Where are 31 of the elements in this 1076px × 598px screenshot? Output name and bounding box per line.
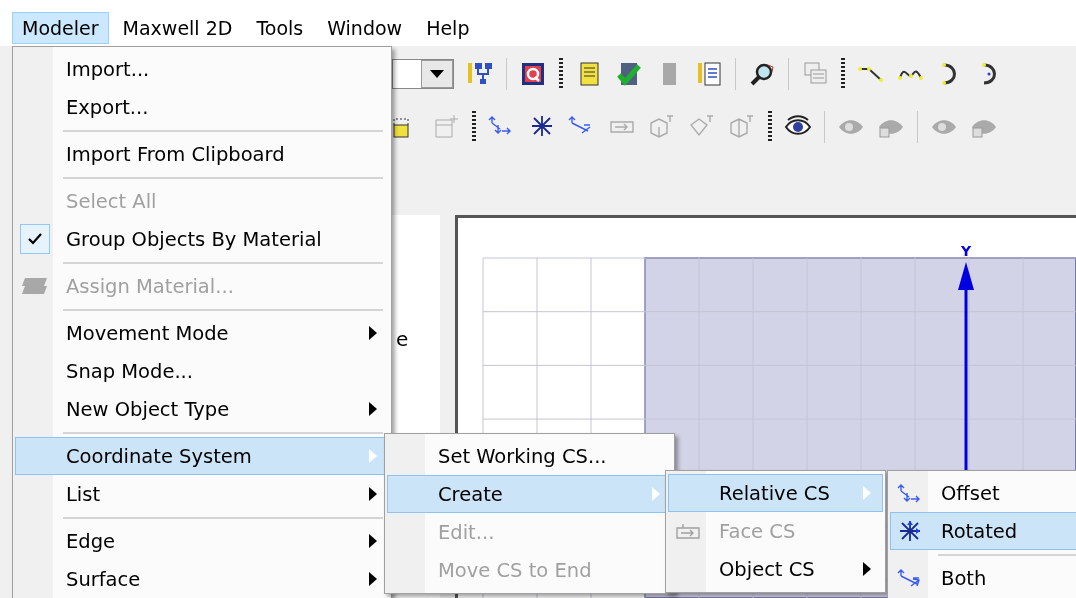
menu-item[interactable]: Rotated [890,512,1076,550]
menu-item[interactable]: List [15,475,389,513]
menu-title[interactable]: Modeler [12,12,109,44]
slab-icon [21,277,49,295]
menu-title[interactable]: Maxwell 2D [112,12,243,44]
axes-icon [897,519,923,543]
checkmark-icon[interactable] [615,60,643,88]
panel-text: e [395,327,409,351]
axis-label: Y [960,243,972,259]
menu-item[interactable]: Both [890,559,1076,597]
menu-item[interactable]: Group Objects By Material [15,220,389,258]
menu-title[interactable]: Tools [246,12,314,44]
q-badge-icon[interactable] [519,60,547,88]
menu-item[interactable]: Snap Mode... [15,352,389,390]
menu-item[interactable]: Import... [15,50,389,88]
menu-title[interactable]: Help [416,12,480,44]
menu-item[interactable]: New Object Type [15,390,389,428]
caret-icon [430,70,444,78]
dropdown-field[interactable] [392,59,454,89]
menu-item[interactable]: Object CS [668,550,883,588]
menu-item[interactable]: Offset [890,474,1076,512]
menu-item[interactable]: Export... [15,88,389,126]
menu-title[interactable]: Window [317,12,413,44]
menu-item[interactable]: Movement Mode [15,314,389,352]
menu-item[interactable]: Set Working CS... [387,437,672,475]
menu-item[interactable]: Relative CS [668,474,883,512]
document-icon[interactable] [695,60,723,88]
menu-item[interactable]: Import From Clipboard [15,135,389,173]
menu-item[interactable]: Surface [15,560,389,598]
menu-item[interactable]: Edge [15,522,389,560]
face-plane-icon [675,522,701,540]
